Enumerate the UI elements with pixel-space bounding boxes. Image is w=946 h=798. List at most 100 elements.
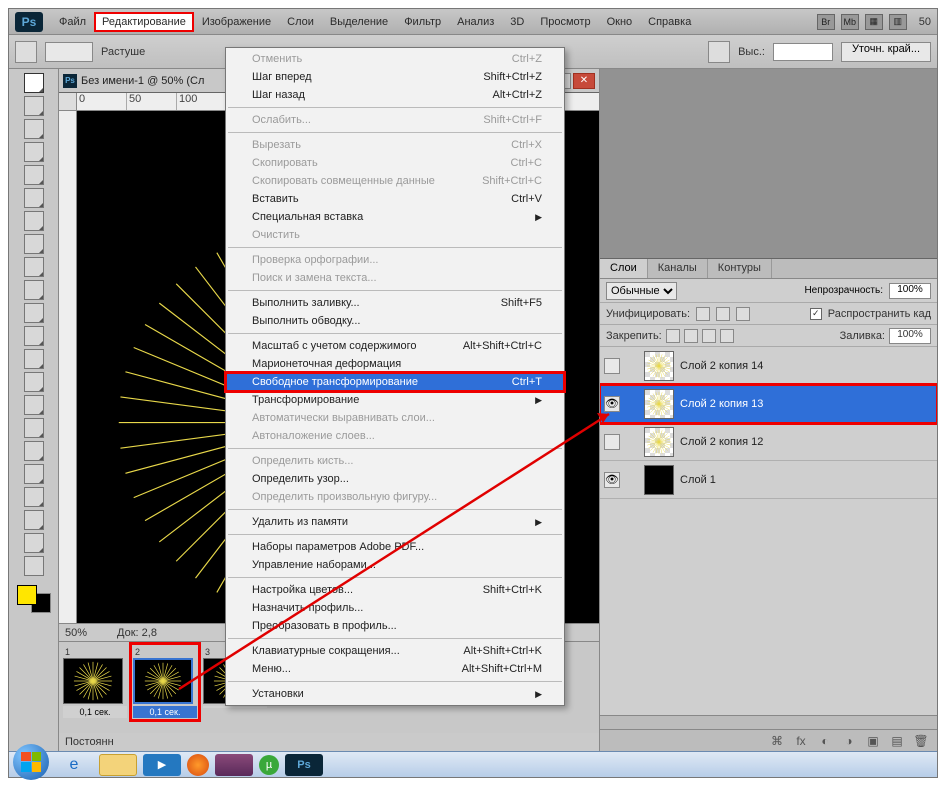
menu-item-установки[interactable]: Установки▶	[226, 685, 564, 703]
menu-item-настройка-цветов-[interactable]: Настройка цветов...Shift+Ctrl+K	[226, 581, 564, 599]
animation-frame[interactable]: 2 0,1 сек.	[133, 646, 197, 718]
taskbar-firefox-icon[interactable]	[187, 754, 209, 776]
gradient-tool[interactable]	[24, 326, 44, 346]
foreground-color-swatch[interactable]	[17, 585, 37, 605]
menu-item-трансформирование[interactable]: Трансформирование▶	[226, 391, 564, 409]
unify-style-icon[interactable]	[736, 307, 750, 321]
menu-item-выполнить-обводку-[interactable]: Выполнить обводку...	[226, 312, 564, 330]
history-brush-tool[interactable]	[24, 280, 44, 300]
3d-tool[interactable]	[24, 487, 44, 507]
menu-item-марионеточная-деформация[interactable]: Марионеточная деформация	[226, 355, 564, 373]
delete-layer-icon[interactable]: 🗑	[913, 733, 929, 749]
color-swatches[interactable]	[17, 585, 51, 613]
menu-item-управление-наборами-[interactable]: Управление наборами...	[226, 556, 564, 574]
taskbar-explorer-icon[interactable]	[99, 754, 137, 776]
crop-tool[interactable]	[24, 165, 44, 185]
style-icon[interactable]	[708, 41, 730, 63]
healing-tool[interactable]	[24, 211, 44, 231]
animation-frame[interactable]: 1 0,1 сек.	[63, 646, 127, 718]
menu-просмотр[interactable]: Просмотр	[532, 12, 598, 32]
visibility-toggle-icon[interactable]	[604, 434, 620, 450]
selection-mode-buttons[interactable]	[45, 42, 93, 62]
layer-row[interactable]: 👁 Слой 2 копия 13	[600, 385, 937, 423]
arrange-icon[interactable]: ▥	[889, 14, 907, 30]
path-tool[interactable]	[24, 441, 44, 461]
menu-item-выполнить-заливку-[interactable]: Выполнить заливку...Shift+F5	[226, 294, 564, 312]
wand-tool[interactable]	[24, 142, 44, 162]
frame-duration[interactable]	[203, 706, 267, 708]
lock-transparency-icon[interactable]	[666, 329, 680, 343]
layer-thumbnail[interactable]	[644, 389, 674, 419]
layer-thumbnail[interactable]	[644, 465, 674, 495]
visibility-toggle-icon[interactable]: 👁	[604, 396, 620, 412]
taskbar-photoshop-icon[interactable]: Ps	[285, 754, 323, 776]
layer-mask-icon[interactable]: ◐	[817, 733, 833, 749]
frame-duration[interactable]: 0,1 сек.	[133, 706, 197, 718]
menu-редактирование[interactable]: Редактирование	[94, 12, 194, 32]
visibility-toggle-icon[interactable]: 👁	[604, 472, 620, 488]
menu-item-определить-узор-[interactable]: Определить узор...	[226, 470, 564, 488]
menu-item-удалить-из-памяти[interactable]: Удалить из памяти▶	[226, 513, 564, 531]
layer-row[interactable]: Слой 2 копия 14	[600, 347, 937, 385]
marquee-tool[interactable]	[24, 96, 44, 116]
menu-item-шаг-вперед[interactable]: Шаг впередShift+Ctrl+Z	[226, 68, 564, 86]
unify-visibility-icon[interactable]	[716, 307, 730, 321]
move-tool[interactable]	[24, 73, 44, 93]
layer-name[interactable]: Слой 2 копия 12	[680, 436, 933, 448]
menu-item-назначить-профиль-[interactable]: Назначить профиль...	[226, 599, 564, 617]
taskbar-media-icon[interactable]: ▶	[143, 754, 181, 776]
menu-анализ[interactable]: Анализ	[449, 12, 502, 32]
minibridge-icon[interactable]: Mb	[841, 14, 859, 30]
new-layer-icon[interactable]: ▤	[889, 733, 905, 749]
menu-item-шаг-назад[interactable]: Шаг назадAlt+Ctrl+Z	[226, 86, 564, 104]
layer-style-icon[interactable]: fx	[793, 733, 809, 749]
start-button[interactable]	[13, 744, 49, 780]
type-tool[interactable]	[24, 418, 44, 438]
menu-3d[interactable]: 3D	[502, 12, 532, 32]
3d-camera-tool[interactable]	[24, 510, 44, 530]
refine-edge-button[interactable]: Уточн. край...	[841, 42, 931, 62]
menu-item-клавиатурные-сокращения-[interactable]: Клавиатурные сокращения...Alt+Shift+Ctrl…	[226, 642, 564, 660]
taskbar-ie-icon[interactable]: e	[55, 754, 93, 776]
stamp-tool[interactable]	[24, 257, 44, 277]
dodge-tool[interactable]	[24, 372, 44, 392]
eyedropper-tool[interactable]	[24, 188, 44, 208]
menu-item-вставить[interactable]: ВставитьCtrl+V	[226, 190, 564, 208]
menu-item-свободное-трансформирование[interactable]: Свободное трансформированиеCtrl+T	[226, 373, 564, 391]
lasso-tool[interactable]	[24, 119, 44, 139]
blend-mode-select[interactable]: Обычные	[606, 282, 677, 300]
frame-thumbnail[interactable]	[133, 658, 193, 704]
visibility-toggle-icon[interactable]	[604, 358, 620, 374]
link-layers-icon[interactable]: ⌘	[769, 733, 785, 749]
menu-справка[interactable]: Справка	[640, 12, 699, 32]
frame-duration[interactable]: 0,1 сек.	[63, 706, 127, 718]
lock-pixels-icon[interactable]	[684, 329, 698, 343]
menu-item-масштаб-с-учетом-содержимого[interactable]: Масштаб с учетом содержимогоAlt+Shift+Ct…	[226, 337, 564, 355]
lock-all-icon[interactable]	[720, 329, 734, 343]
menu-item-наборы-параметров-adobe-pdf-[interactable]: Наборы параметров Adobe PDF...	[226, 538, 564, 556]
taskbar-winrar-icon[interactable]	[215, 754, 253, 776]
panel-tab-каналы[interactable]: Каналы	[648, 259, 708, 278]
loop-label[interactable]: Постоянн	[65, 736, 114, 748]
layer-row[interactable]: Слой 2 копия 12	[600, 423, 937, 461]
status-zoom[interactable]: 50%	[65, 627, 87, 639]
screen-mode-icon[interactable]: ▦	[865, 14, 883, 30]
bridge-icon[interactable]: Br	[817, 14, 835, 30]
menu-выделение[interactable]: Выделение	[322, 12, 396, 32]
tool-preset-icon[interactable]	[15, 41, 37, 63]
propagate-checkbox[interactable]: ✓	[810, 308, 822, 320]
layer-thumbnail[interactable]	[644, 351, 674, 381]
panel-tab-слои[interactable]: Слои	[600, 259, 648, 278]
panel-tab-контуры[interactable]: Контуры	[708, 259, 772, 278]
menu-item-преобразовать-в-профиль-[interactable]: Преобразовать в профиль...	[226, 617, 564, 635]
blur-tool[interactable]	[24, 349, 44, 369]
layer-name[interactable]: Слой 2 копия 13	[680, 398, 933, 410]
hand-tool[interactable]	[24, 533, 44, 553]
menu-слои[interactable]: Слои	[279, 12, 322, 32]
brush-tool[interactable]	[24, 234, 44, 254]
shape-tool[interactable]	[24, 464, 44, 484]
menu-item-специальная-вставка[interactable]: Специальная вставка▶	[226, 208, 564, 226]
menu-item-меню-[interactable]: Меню...Alt+Shift+Ctrl+M	[226, 660, 564, 678]
fill-input[interactable]: 100%	[889, 328, 931, 344]
menu-фильтр[interactable]: Фильтр	[396, 12, 449, 32]
